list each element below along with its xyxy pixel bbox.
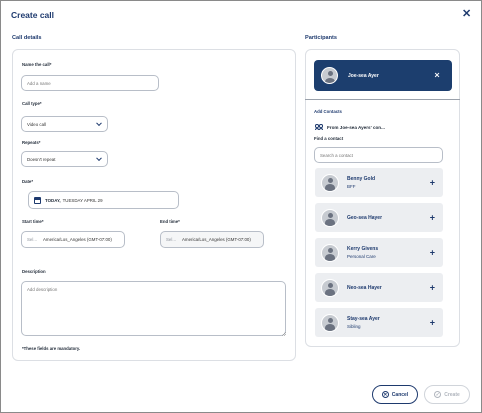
avatar <box>321 67 338 84</box>
add-contact-icon[interactable]: + <box>430 317 435 327</box>
call-details-heading: Call details <box>12 35 42 41</box>
repeats-label: Repeats* <box>22 140 41 145</box>
cancel-button-label: Cancel <box>391 391 409 398</box>
contact-relation: Sibling <box>347 323 361 329</box>
contact-item-stay-sea-ayer[interactable]: Stay-sea Ayer Sibling + <box>315 308 443 337</box>
contact-name: Kerry Givens <box>347 246 379 253</box>
contact-relation: Personal Care <box>347 253 376 259</box>
selected-participant: Joe-sea Ayer ✕ <box>314 60 452 91</box>
chevron-down-icon <box>96 155 102 162</box>
end-time-timezone: America/Los_Angeles (GMT-07:00) <box>182 237 251 242</box>
contacts-group-icon <box>314 124 324 131</box>
avatar <box>321 208 339 227</box>
resize-handle-icon[interactable] <box>281 331 286 336</box>
find-contact-label: Find a contact <box>314 136 344 141</box>
start-time-placeholder: Sel... <box>27 237 38 242</box>
contact-item-neo-sea-hayer[interactable]: Neo-sea Hayer + <box>315 273 443 302</box>
selected-participant-name: Joe-sea Ayer <box>348 72 379 79</box>
add-contact-icon[interactable]: + <box>430 282 435 292</box>
create-button[interactable]: ✓ Create <box>424 385 470 404</box>
chevron-down-icon <box>96 120 102 127</box>
avatar <box>321 243 339 262</box>
call-type-value: Video call <box>27 121 46 127</box>
contact-item-geo-sea-hayer[interactable]: Geo-sea Hayer + <box>315 203 443 232</box>
check-icon: ✓ <box>434 391 442 398</box>
contact-name: Geo-sea Hayer <box>347 214 383 221</box>
add-contact-icon[interactable]: + <box>430 247 435 257</box>
calendar-icon <box>34 196 41 204</box>
description-label: Description <box>22 269 46 274</box>
date-picker[interactable]: TODAY, TUESDAY APRIL 29 <box>28 191 179 209</box>
date-label: Date* <box>22 179 33 184</box>
end-time-label: End time* <box>160 219 180 224</box>
cancel-icon: ✕ <box>381 391 389 398</box>
avatar <box>321 173 339 192</box>
participants-card <box>305 49 460 347</box>
contact-name: Benny Gold <box>347 176 376 183</box>
start-time-label: Start time* <box>22 219 44 224</box>
contact-item-kerry-givens[interactable]: Kerry Givens Personal Care + <box>315 238 443 267</box>
description-textarea[interactable] <box>21 281 286 336</box>
contact-item-benny-gold[interactable]: Benny Gold BFF + <box>315 168 443 197</box>
avatar <box>321 313 339 332</box>
end-time-picker[interactable]: Sel... America/Los_Angeles (GMT-07:00) <box>160 231 264 248</box>
end-time-placeholder: Sel... <box>166 237 177 242</box>
start-time-timezone: America/Los_Angeles (GMT-07:00) <box>43 237 112 242</box>
avatar <box>321 278 339 297</box>
call-type-label: Call type* <box>22 101 42 106</box>
contact-name: Neo-sea Hayer <box>347 284 382 291</box>
create-call-dialog: Create call ✕ Call details Name the call… <box>0 0 482 413</box>
contact-search-input[interactable] <box>314 147 443 163</box>
close-icon[interactable]: ✕ <box>462 7 471 20</box>
contact-name: Stay-sea Ayer <box>347 316 380 323</box>
cancel-button[interactable]: ✕ Cancel <box>372 385 418 404</box>
contact-source-selector[interactable]: From Joe-sea Ayers' con... <box>314 124 385 131</box>
name-label: Name the call* <box>22 62 52 67</box>
add-contact-icon[interactable]: + <box>430 212 435 222</box>
add-contact-icon[interactable]: + <box>430 177 435 187</box>
date-value: TUESDAY APRIL 29 <box>62 197 103 203</box>
repeats-value: Doesn't repeat <box>27 156 56 162</box>
contact-relation: BFF <box>347 183 356 189</box>
call-type-select[interactable]: Video call <box>21 116 108 132</box>
call-name-input[interactable] <box>21 75 159 91</box>
contact-source-label: From Joe-sea Ayers' con... <box>327 124 385 130</box>
repeats-select[interactable]: Doesn't repeat <box>21 151 108 167</box>
add-contacts-label: Add Contacts <box>314 109 342 114</box>
dialog-title: Create call <box>11 10 54 20</box>
create-button-label: Create <box>444 391 460 398</box>
mandatory-note: *These fields are mandatory. <box>22 346 81 351</box>
date-day-label: TODAY, <box>45 197 61 203</box>
start-time-picker[interactable]: Sel... America/Los_Angeles (GMT-07:00) <box>21 231 125 248</box>
participants-heading: Participants <box>305 35 338 41</box>
remove-participant-icon[interactable]: ✕ <box>434 71 440 79</box>
divider <box>305 99 460 100</box>
